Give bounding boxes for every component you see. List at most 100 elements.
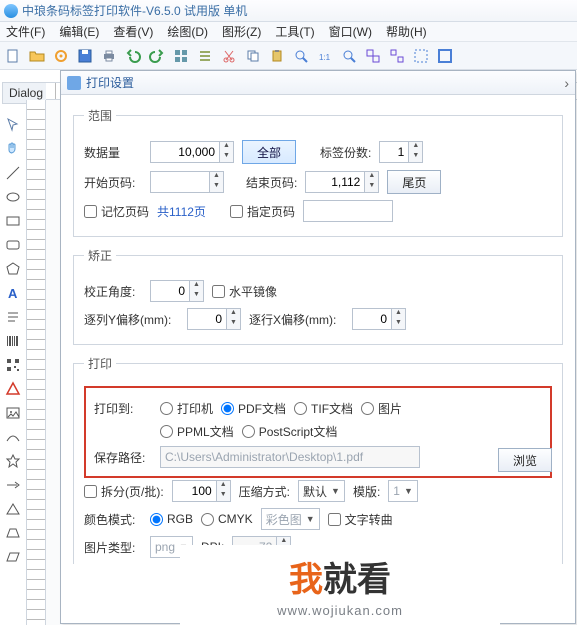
- spinner-arrows-icon[interactable]: ▲▼: [227, 308, 241, 330]
- pointer-icon[interactable]: [4, 116, 22, 134]
- dialog-titlebar[interactable]: 打印设置 ›: [61, 71, 575, 95]
- watermark-char2: 就看: [323, 561, 391, 599]
- star-icon[interactable]: [4, 452, 22, 470]
- copies-input[interactable]: [379, 141, 409, 163]
- printer-icon: [67, 76, 81, 90]
- triangle-icon[interactable]: [4, 500, 22, 518]
- all-button[interactable]: 全部: [242, 140, 296, 164]
- zoom-100-icon[interactable]: 1:1: [316, 47, 334, 65]
- spec-page-checkbox[interactable]: 指定页码: [230, 203, 295, 220]
- menu-file[interactable]: 文件(F): [6, 23, 45, 40]
- spinner-arrows-icon[interactable]: ▲▼: [190, 280, 204, 302]
- horizontal-mirror-checkbox[interactable]: 水平镜像: [212, 283, 277, 300]
- print-icon[interactable]: [100, 47, 118, 65]
- angle-label: 校正角度:: [84, 283, 142, 300]
- group-icon[interactable]: [364, 47, 382, 65]
- template-select[interactable]: 1▼: [388, 480, 418, 502]
- total-pages-link[interactable]: 共1112页: [157, 203, 206, 220]
- spinner-arrows-icon[interactable]: ▲▼: [210, 171, 224, 193]
- spinner-arrows-icon[interactable]: ▲▼: [217, 480, 231, 502]
- radio-cmyk[interactable]: CMYK: [201, 512, 253, 526]
- list-icon[interactable]: [196, 47, 214, 65]
- remember-page-checkbox[interactable]: 记忆页码: [84, 203, 149, 220]
- grid-icon[interactable]: [172, 47, 190, 65]
- title-bar: 中琅条码标签打印软件-V6.5.0 试用版 单机: [0, 0, 577, 22]
- barcode-icon[interactable]: [4, 332, 22, 350]
- redo-icon[interactable]: [148, 47, 166, 65]
- copies-label: 标签份数:: [320, 144, 371, 161]
- richtext-icon[interactable]: [4, 308, 22, 326]
- menu-shape[interactable]: 图形(Z): [222, 23, 261, 40]
- parallelogram-icon[interactable]: [4, 548, 22, 566]
- angle-input[interactable]: [150, 280, 190, 302]
- text-icon[interactable]: A: [4, 284, 22, 302]
- end-page-input[interactable]: [305, 171, 365, 193]
- radio-image[interactable]: 图片: [361, 400, 402, 417]
- menu-help[interactable]: 帮助(H): [386, 23, 427, 40]
- radio-pdf[interactable]: PDF文档: [221, 400, 286, 417]
- chevron-down-icon: ▼: [404, 486, 413, 496]
- start-page-input[interactable]: [150, 171, 210, 193]
- col-offset-label: 逐列Y偏移(mm):: [84, 311, 179, 328]
- rect-icon[interactable]: [4, 212, 22, 230]
- browse-button[interactable]: 浏览: [498, 448, 552, 472]
- spinner-arrows-icon[interactable]: ▲▼: [365, 171, 379, 193]
- cut-icon[interactable]: [220, 47, 238, 65]
- menu-view[interactable]: 查看(V): [113, 23, 153, 40]
- radio-printer[interactable]: 打印机: [160, 400, 213, 417]
- qrcode-icon[interactable]: [4, 356, 22, 374]
- split-checkbox[interactable]: 拆分(页/批):: [84, 483, 164, 500]
- ellipse-icon[interactable]: [4, 188, 22, 206]
- split-input[interactable]: [172, 480, 217, 502]
- spinner-arrows-icon[interactable]: ▲▼: [220, 141, 234, 163]
- zoom-out-icon[interactable]: [340, 47, 358, 65]
- polygon-icon[interactable]: [4, 260, 22, 278]
- paste-icon[interactable]: [268, 47, 286, 65]
- radio-tif[interactable]: TIF文档: [294, 400, 353, 417]
- menu-window[interactable]: 窗口(W): [329, 23, 372, 40]
- data-qty-input[interactable]: [150, 141, 220, 163]
- menu-tool[interactable]: 工具(T): [275, 23, 314, 40]
- settings-gear-icon[interactable]: [52, 47, 70, 65]
- svg-text:A: A: [8, 286, 18, 301]
- undo-icon[interactable]: [124, 47, 142, 65]
- line-icon[interactable]: [4, 164, 22, 182]
- arrow-icon[interactable]: [4, 476, 22, 494]
- copy-icon[interactable]: [244, 47, 262, 65]
- save-path-input[interactable]: [160, 446, 420, 468]
- spinner-arrows-icon[interactable]: ▲▼: [392, 308, 406, 330]
- chevron-right-icon[interactable]: ›: [564, 75, 569, 91]
- select-all-icon[interactable]: [412, 47, 430, 65]
- spec-page-input[interactable]: [303, 200, 393, 222]
- save-icon[interactable]: [76, 47, 94, 65]
- new-icon[interactable]: [4, 47, 22, 65]
- row-offset-input[interactable]: [352, 308, 392, 330]
- watermark-url: www.wojiukan.com: [277, 603, 403, 618]
- border-icon[interactable]: [436, 47, 454, 65]
- data-qty-label: 数据量: [84, 144, 142, 161]
- warning-triangle-icon[interactable]: [4, 380, 22, 398]
- last-page-button[interactable]: 尾页: [387, 170, 441, 194]
- curve-icon[interactable]: [4, 428, 22, 446]
- main-toolbar: 1:1: [0, 42, 577, 70]
- col-offset-input[interactable]: [187, 308, 227, 330]
- trapezoid-icon[interactable]: [4, 524, 22, 542]
- open-icon[interactable]: [28, 47, 46, 65]
- hand-icon[interactable]: [4, 140, 22, 158]
- menu-draw[interactable]: 绘图(D): [167, 23, 208, 40]
- radio-ppml[interactable]: PPML文档: [160, 423, 234, 440]
- chevron-down-icon: ▼: [306, 514, 315, 524]
- radio-rgb[interactable]: RGB: [150, 512, 193, 526]
- text-outline-checkbox[interactable]: 文字转曲: [328, 511, 393, 528]
- radio-postscript[interactable]: PostScript文档: [242, 423, 338, 440]
- image-icon[interactable]: [4, 404, 22, 422]
- color-image-select[interactable]: 彩色图▼: [261, 508, 320, 530]
- ungroup-icon[interactable]: [388, 47, 406, 65]
- compress-select[interactable]: 默认▼: [298, 480, 345, 502]
- watermark-char1: 我: [289, 561, 323, 599]
- roundrect-icon[interactable]: [4, 236, 22, 254]
- adjust-legend: 矫正: [84, 247, 116, 264]
- menu-edit[interactable]: 编辑(E): [59, 23, 99, 40]
- zoom-in-icon[interactable]: [292, 47, 310, 65]
- spinner-arrows-icon[interactable]: ▲▼: [409, 141, 423, 163]
